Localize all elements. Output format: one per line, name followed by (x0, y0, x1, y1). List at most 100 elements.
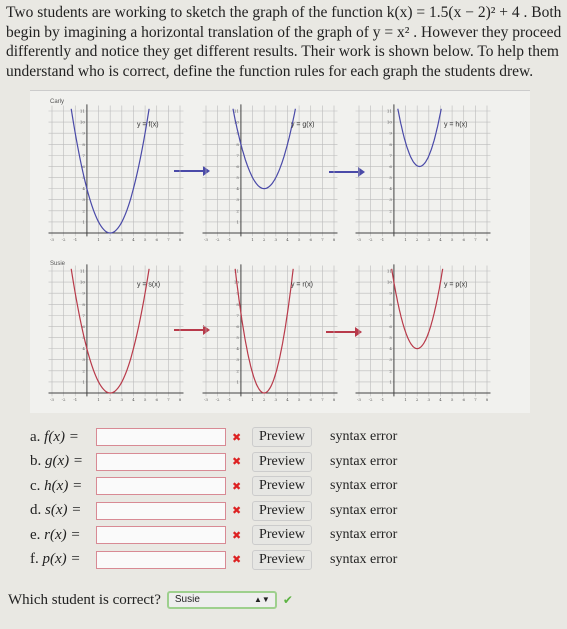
error-x-icon: ✖ (232, 529, 242, 542)
function-label: c. h(x) = (30, 477, 83, 494)
function-label: e. r(x) = (30, 526, 81, 543)
svg-text:1: 1 (389, 219, 392, 224)
svg-text:10: 10 (80, 280, 86, 285)
status-text: syntax error (330, 478, 398, 493)
svg-text:3: 3 (121, 397, 124, 402)
svg-text:-2: -2 (216, 237, 220, 242)
svg-text:7: 7 (82, 153, 85, 158)
answer-row: c. h(x) = ✖ Preview syntax error (30, 476, 397, 496)
svg-text:2: 2 (263, 397, 266, 402)
svg-text:7: 7 (474, 397, 477, 402)
preview-button[interactable]: Preview (252, 476, 312, 496)
svg-text:2: 2 (82, 208, 85, 213)
svg-text:3: 3 (428, 397, 431, 402)
svg-text:-1: -1 (73, 397, 77, 402)
svg-text:3: 3 (275, 397, 278, 402)
function-label: b. g(x) = (30, 453, 84, 469)
svg-text:-3: -3 (204, 237, 208, 242)
preview-button[interactable]: Preview (252, 549, 312, 570)
svg-text:7: 7 (474, 237, 477, 242)
answer-row: b. g(x) = ✖ Preview syntax error (30, 451, 397, 472)
svg-text:-2: -2 (62, 237, 66, 242)
svg-text:2: 2 (82, 368, 85, 373)
function-input[interactable] (96, 452, 226, 471)
svg-text:10: 10 (80, 120, 86, 125)
function-input[interactable] (96, 501, 226, 520)
svg-text:8: 8 (82, 142, 85, 147)
svg-text:7: 7 (167, 237, 170, 242)
svg-text:11: 11 (387, 269, 392, 274)
graph: -3 -2 -1 1 2 3 4 5 6 7 8 1 2 3 4 5 6 7 8 9 10 11 y = h(x) (355, 104, 491, 242)
function-input[interactable] (96, 526, 226, 544)
svg-text:5: 5 (144, 237, 147, 242)
svg-text:5: 5 (451, 237, 454, 242)
error-x-icon: ✖ (232, 480, 242, 493)
graphs-panel: Carly Susie -3 -2 -1 1 2 3 4 5 6 7 8 1 2 3 4 5 6 7 8 9 10 11 y… (30, 90, 530, 413)
svg-text:6: 6 (389, 164, 392, 169)
svg-text:-2: -2 (62, 397, 66, 402)
svg-text:3: 3 (275, 237, 278, 242)
svg-text:5: 5 (236, 335, 239, 340)
answer-row: a. f(x) = ✖ Preview syntax error (30, 427, 397, 447)
svg-text:9: 9 (389, 291, 392, 296)
selected-value: Susie (174, 594, 200, 605)
svg-text:4: 4 (439, 397, 442, 402)
svg-text:2: 2 (109, 397, 112, 402)
svg-text:-3: -3 (357, 397, 361, 402)
svg-text:3: 3 (389, 357, 392, 362)
svg-text:6: 6 (462, 237, 465, 242)
svg-text:6: 6 (155, 397, 158, 402)
svg-text:11: 11 (387, 109, 392, 114)
svg-text:4: 4 (286, 397, 289, 402)
svg-text:6: 6 (82, 164, 85, 169)
error-x-icon: ✖ (232, 554, 242, 566)
svg-text:4: 4 (82, 346, 85, 351)
svg-text:1: 1 (82, 219, 85, 224)
svg-text:-2: -2 (369, 237, 373, 242)
preview-button[interactable]: Preview (252, 427, 312, 447)
graph: -3 -2 -1 1 2 3 4 5 6 7 81234567891011y = f(x) (48, 104, 184, 242)
svg-text:-3: -3 (50, 397, 54, 402)
svg-text:1: 1 (251, 237, 254, 242)
svg-text:7: 7 (321, 397, 324, 402)
svg-text:10: 10 (387, 280, 393, 285)
function-input[interactable] (96, 550, 226, 569)
svg-text:5: 5 (236, 175, 239, 180)
question-label: Which student is correct? (8, 591, 161, 608)
preview-button[interactable]: Preview (252, 451, 312, 472)
svg-text:2: 2 (389, 368, 392, 373)
answer-row: d. s(x) = ✖ Preview syntax error (30, 500, 397, 521)
function-input[interactable] (96, 477, 226, 495)
preview-button[interactable]: Preview (252, 500, 312, 521)
svg-text:11: 11 (234, 109, 239, 114)
svg-text:4: 4 (236, 186, 239, 191)
check-icon: ✔ (282, 592, 293, 607)
svg-text:4: 4 (236, 346, 239, 351)
svg-text:5: 5 (298, 237, 301, 242)
svg-text:1: 1 (97, 397, 100, 402)
svg-text:1: 1 (251, 397, 254, 402)
problem-prompt: Two students are working to sketch the g… (6, 4, 562, 80)
svg-text:-1: -1 (380, 237, 384, 242)
svg-text:5: 5 (389, 175, 392, 180)
svg-text:2: 2 (389, 208, 392, 213)
svg-text:1: 1 (389, 379, 392, 384)
svg-text:1: 1 (82, 379, 85, 384)
answer-row: e. r(x) = ✖ Preview syntax error (30, 525, 397, 545)
svg-text:-3: -3 (357, 237, 361, 242)
svg-text:5: 5 (144, 397, 147, 402)
function-input[interactable] (96, 428, 226, 446)
svg-text:2: 2 (263, 237, 266, 242)
svg-text:3: 3 (236, 197, 239, 202)
graph-label: y = p(x) (444, 282, 468, 289)
student-select[interactable]: Susie ▲▼ (166, 591, 277, 609)
svg-text:4: 4 (132, 397, 135, 402)
svg-text:11: 11 (80, 109, 85, 114)
preview-button[interactable]: Preview (252, 525, 312, 545)
svg-text:3: 3 (428, 237, 431, 242)
function-label: a. f(x) = (30, 428, 79, 445)
svg-text:4: 4 (389, 346, 392, 351)
svg-text:1: 1 (236, 219, 239, 224)
svg-text:7: 7 (167, 397, 170, 402)
svg-text:-1: -1 (380, 397, 384, 402)
